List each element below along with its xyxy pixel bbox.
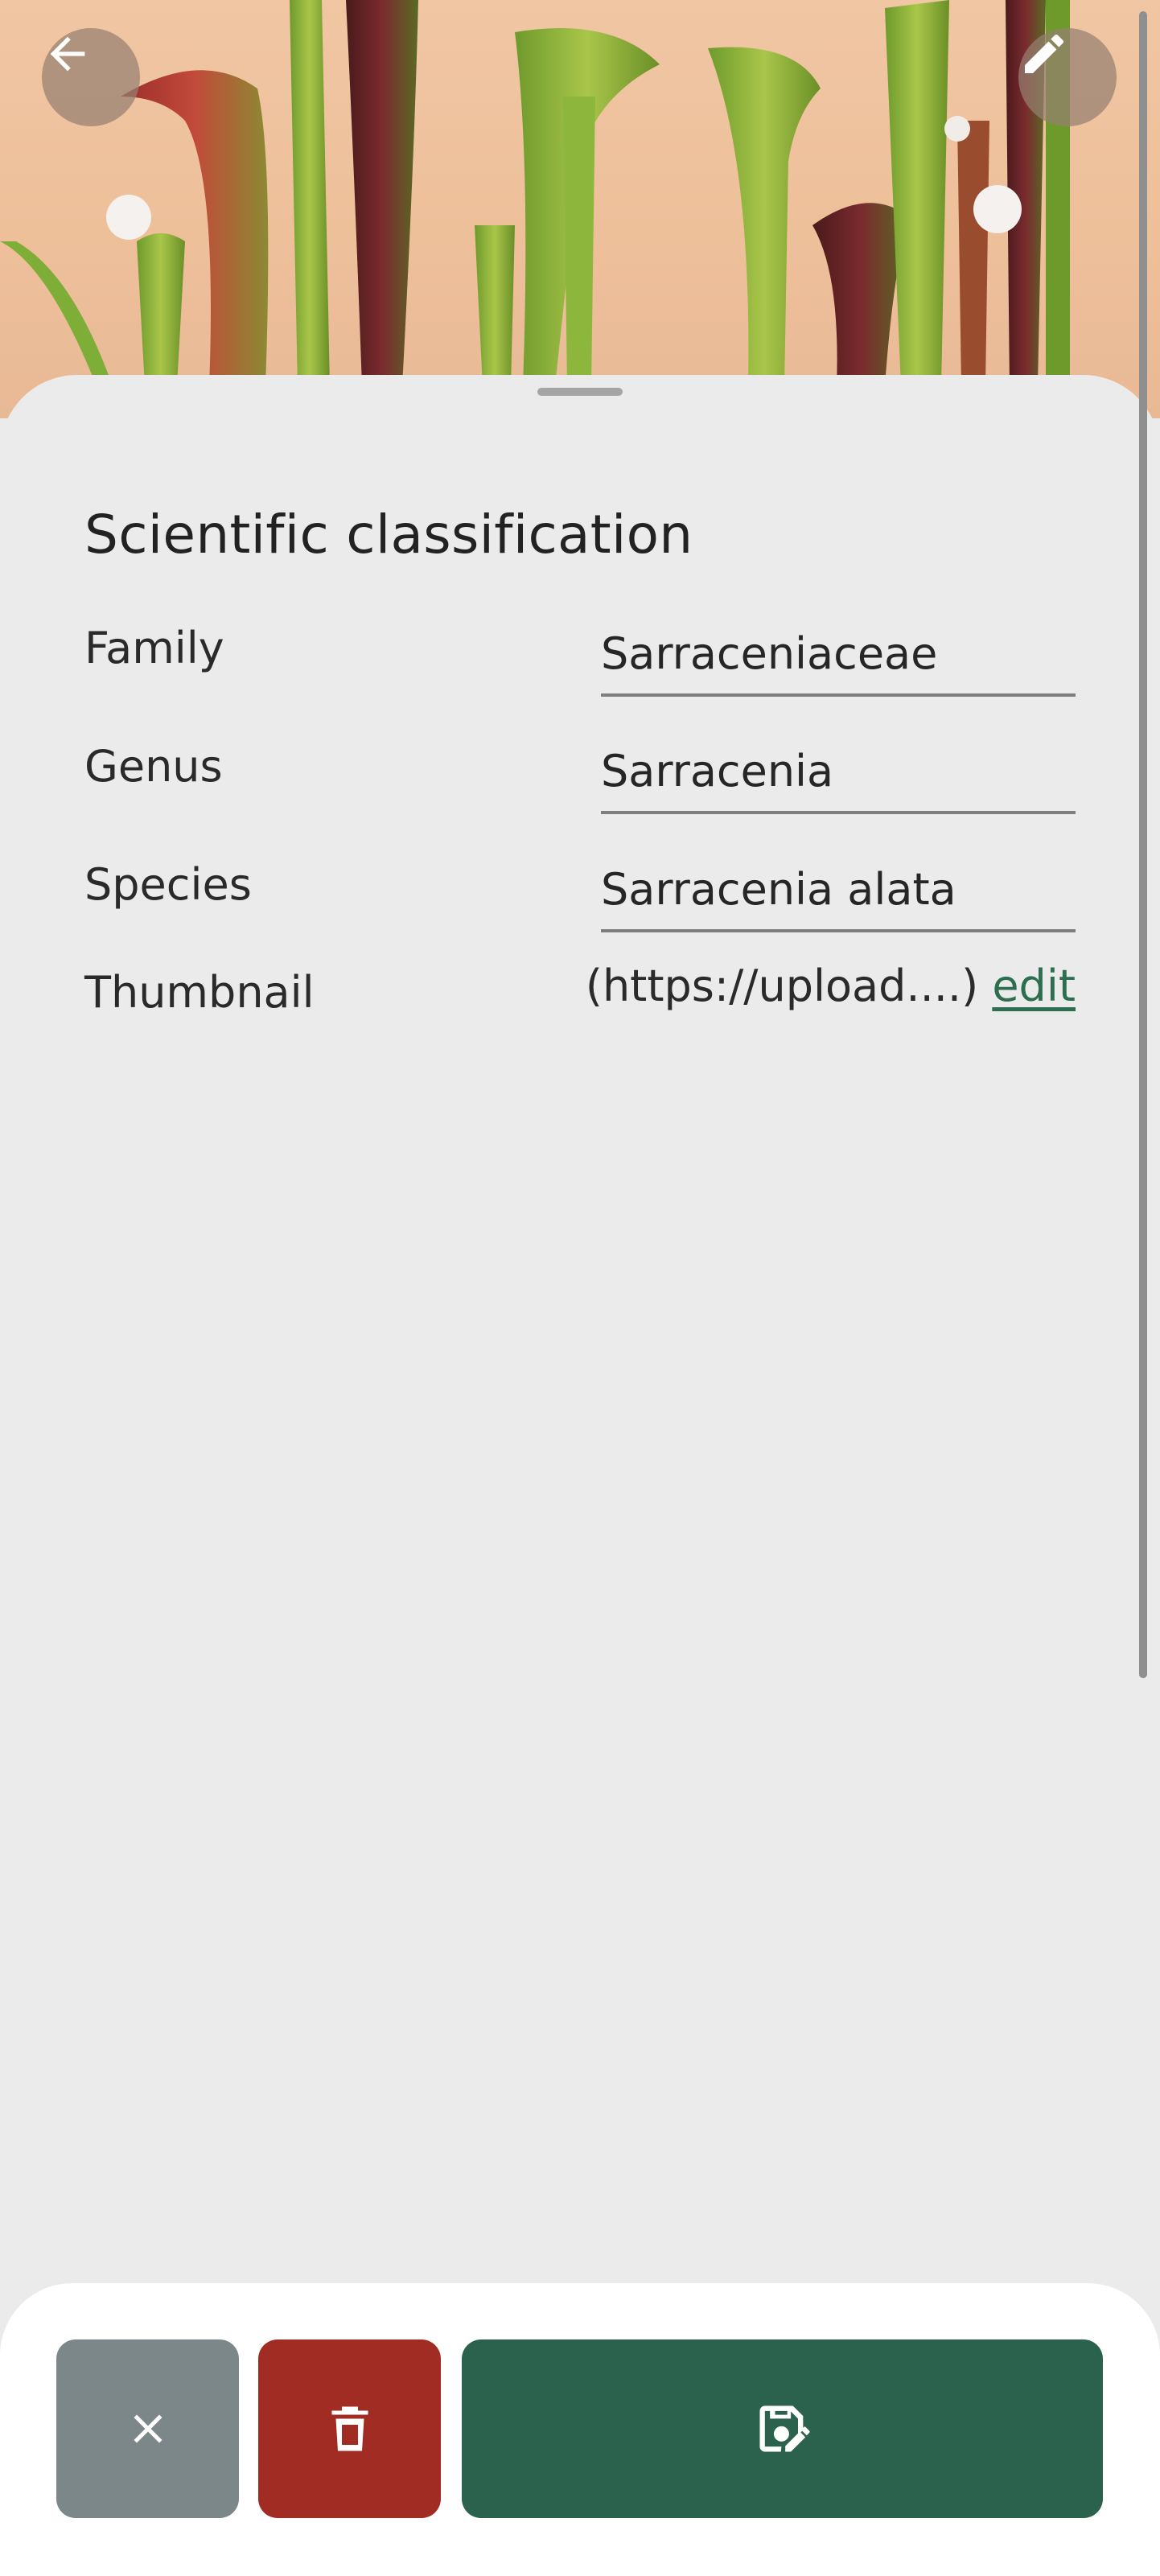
pencil-icon bbox=[1025, 34, 1064, 73]
thumbnail-value-row: (https://upload....) edit bbox=[586, 961, 1076, 1011]
delete-button[interactable] bbox=[258, 2339, 441, 2518]
plant-header-photo bbox=[0, 0, 1160, 418]
family-field[interactable]: Sarraceniaceae bbox=[601, 616, 1076, 697]
back-button[interactable] bbox=[42, 28, 140, 126]
save-edit-icon bbox=[759, 2405, 809, 2452]
close-icon bbox=[134, 2414, 162, 2443]
family-value: Sarraceniaceae bbox=[601, 628, 938, 679]
action-bar bbox=[0, 2283, 1160, 2576]
section-title: Scientific classification bbox=[84, 504, 693, 566]
thumbnail-edit-link[interactable]: edit bbox=[992, 961, 1076, 1011]
classification-sheet: Scientific classification Family Sarrace… bbox=[0, 375, 1160, 2576]
arrow-left-icon bbox=[50, 36, 85, 72]
species-label: Species bbox=[84, 859, 252, 910]
scrollbar[interactable] bbox=[1139, 11, 1147, 1678]
plant-edit-screen: Scientific classification Family Sarrace… bbox=[0, 0, 1160, 2576]
genus-field[interactable]: Sarracenia bbox=[601, 734, 1076, 814]
pitcher-plant-illustration bbox=[0, 0, 1070, 386]
species-value: Sarracenia alata bbox=[601, 864, 956, 915]
trash-icon bbox=[331, 2406, 368, 2451]
thumbnail-label: Thumbnail bbox=[84, 967, 315, 1018]
drag-handle[interactable] bbox=[537, 388, 623, 396]
thumbnail-url: (https://upload....) bbox=[585, 961, 993, 1011]
genus-label: Genus bbox=[84, 741, 223, 792]
save-button[interactable] bbox=[462, 2339, 1103, 2518]
edit-photo-button[interactable] bbox=[1018, 28, 1117, 126]
genus-value: Sarracenia bbox=[601, 746, 834, 796]
family-label: Family bbox=[84, 623, 224, 673]
species-field[interactable]: Sarracenia alata bbox=[601, 852, 1076, 932]
cancel-button[interactable] bbox=[56, 2339, 239, 2518]
